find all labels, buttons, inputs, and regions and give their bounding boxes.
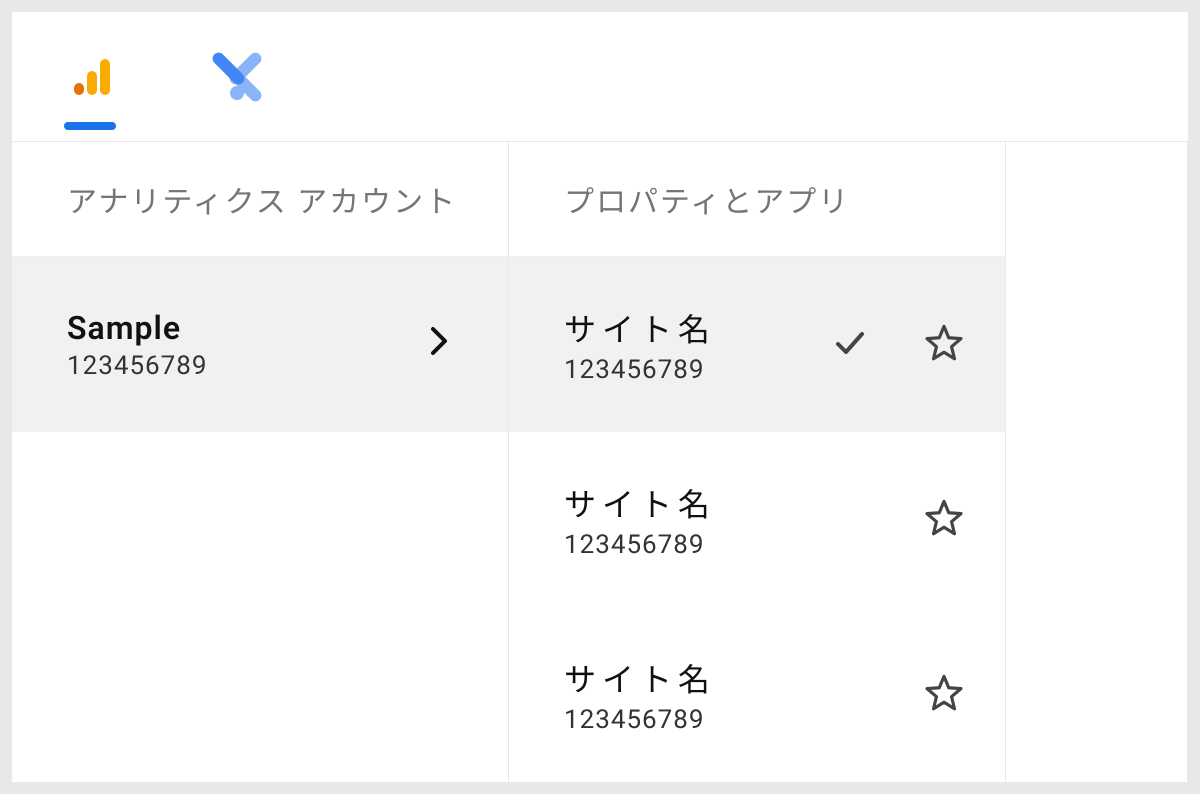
check-icon <box>832 325 868 365</box>
property-name: サイト名 <box>564 305 832 351</box>
property-name: サイト名 <box>564 655 923 701</box>
property-id: 123456789 <box>564 355 832 385</box>
accounts-header: アナリティクス アカウント <box>12 142 508 257</box>
account-id: 123456789 <box>67 351 430 381</box>
properties-header: プロパティとアプリ <box>509 142 1005 257</box>
chevron-right-icon <box>430 325 448 365</box>
property-id: 123456789 <box>564 705 923 735</box>
active-tab-underline <box>64 122 116 130</box>
empty-column <box>1006 142 1188 782</box>
tagmanager-icon <box>211 51 263 103</box>
property-row-actions <box>832 322 965 368</box>
star-icon[interactable] <box>923 497 965 543</box>
property-id: 123456789 <box>564 530 923 560</box>
analytics-icon <box>68 53 116 101</box>
account-row-text: Sample 123456789 <box>67 309 430 381</box>
product-tabs <box>12 12 1188 142</box>
property-row[interactable]: サイト名 123456789 <box>509 607 1005 782</box>
star-icon[interactable] <box>923 672 965 718</box>
property-row-actions <box>923 497 965 543</box>
star-icon[interactable] <box>923 322 965 368</box>
account-row[interactable]: Sample 123456789 <box>12 257 508 432</box>
property-row-text: サイト名 123456789 <box>564 655 923 735</box>
property-row-text: サイト名 123456789 <box>564 480 923 560</box>
property-row[interactable]: サイト名 123456789 <box>509 432 1005 607</box>
properties-column: プロパティとアプリ サイト名 123456789 サイト名 <box>509 142 1006 782</box>
tab-analytics[interactable] <box>62 32 122 122</box>
accounts-column: アナリティクス アカウント Sample 123456789 <box>12 142 509 782</box>
property-row-text: サイト名 123456789 <box>564 305 832 385</box>
account-name: Sample <box>67 309 430 347</box>
property-name: サイト名 <box>564 480 923 526</box>
account-picker-panel: アナリティクス アカウント Sample 123456789 プロパティとアプリ… <box>12 12 1188 782</box>
tab-tagmanager[interactable] <box>207 32 267 122</box>
property-row[interactable]: サイト名 123456789 <box>509 257 1005 432</box>
property-row-actions <box>923 672 965 718</box>
columns: アナリティクス アカウント Sample 123456789 プロパティとアプリ… <box>12 142 1188 782</box>
